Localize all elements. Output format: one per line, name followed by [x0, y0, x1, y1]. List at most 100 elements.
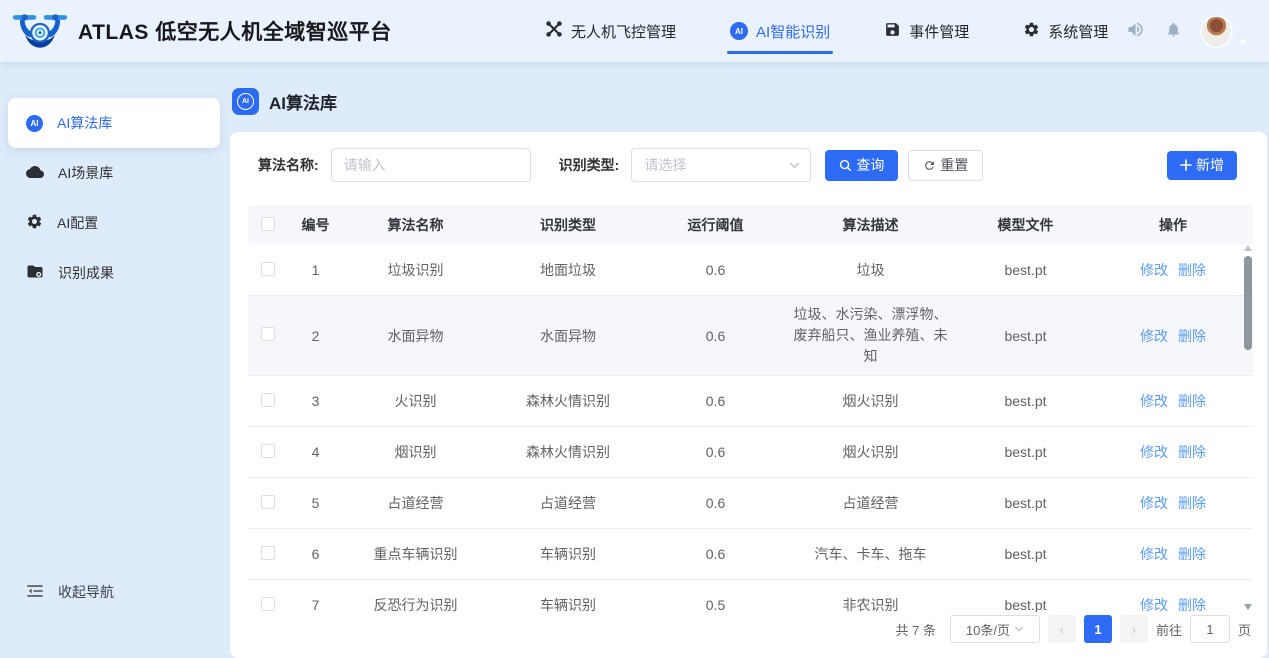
cell-desc: 占道经营	[837, 485, 905, 522]
cell-type: 地面垃圾	[540, 260, 596, 280]
plus-icon	[1180, 159, 1192, 171]
nav-item-flight-control[interactable]: 无人机飞控管理	[545, 0, 676, 62]
cell-id: 3	[312, 393, 320, 409]
row-checkbox[interactable]	[261, 597, 275, 613]
nav-item-events[interactable]: 事件管理	[884, 0, 969, 62]
edit-link[interactable]: 修改	[1140, 444, 1168, 460]
table-row: 4烟识别森林火情识别0.6烟火识别best.pt修改删除	[248, 427, 1253, 478]
cell-name: 火识别	[395, 391, 437, 411]
delete-link[interactable]: 删除	[1178, 328, 1206, 344]
row-checkbox[interactable]	[261, 393, 275, 410]
content-card: 算法名称: 识别类型: 请选择 查询 重置 新增 编号 算法名称 识别类型 运行…	[230, 132, 1267, 658]
cell-threshold: 0.6	[706, 495, 725, 511]
cell-model: best.pt	[1004, 393, 1046, 409]
delete-link[interactable]: 删除	[1178, 597, 1206, 612]
top-header: ATLAS 低空无人机全域智巡平台 无人机飞控管理 AI AI智能识别 事件管理	[0, 0, 1269, 62]
sidebar-item-ai-algorithms[interactable]: AI AI算法库	[8, 98, 220, 148]
page-title-ai-icon: AI	[232, 88, 259, 115]
page-suffix: 页	[1238, 620, 1251, 639]
next-page-button[interactable]: ›	[1120, 615, 1148, 643]
ai-badge-icon: AI	[26, 115, 43, 132]
cell-threshold: 0.5	[706, 597, 725, 612]
row-checkbox[interactable]	[261, 262, 275, 279]
avatar-caret-icon	[1239, 40, 1247, 45]
table-row: 7反恐行为识别车辆识别0.5非农识别best.pt修改删除	[248, 580, 1253, 612]
row-checkbox[interactable]	[261, 546, 275, 563]
cell-threshold: 0.6	[706, 262, 725, 278]
nav-item-system[interactable]: 系统管理	[1023, 0, 1108, 62]
algorithm-name-input[interactable]	[331, 148, 531, 182]
edit-link[interactable]: 修改	[1140, 546, 1168, 562]
search-button[interactable]: 查询	[825, 150, 898, 181]
delete-link[interactable]: 删除	[1178, 444, 1206, 460]
delete-link[interactable]: 删除	[1178, 262, 1206, 278]
cell-id: 5	[312, 495, 320, 511]
chevron-down-icon	[1014, 624, 1024, 634]
gear-icon	[26, 213, 43, 233]
edit-link[interactable]: 修改	[1140, 495, 1168, 511]
cell-id: 4	[312, 444, 320, 460]
cell-id: 6	[312, 546, 320, 562]
sidebar: AI AI算法库 AI场景库 AI配置 识别成果 收起导航	[0, 62, 228, 658]
scroll-up-arrow[interactable]	[1244, 245, 1252, 251]
current-page-button[interactable]: 1	[1084, 615, 1112, 643]
cell-type: 车辆识别	[540, 544, 596, 564]
row-checkbox[interactable]	[261, 327, 275, 344]
cell-name: 烟识别	[395, 442, 437, 462]
table-row: 1垃圾识别地面垃圾0.6垃圾best.pt修改删除	[248, 245, 1253, 296]
ai-badge-icon: AI	[730, 22, 748, 40]
scroll-down-arrow[interactable]	[1244, 604, 1252, 610]
name-filter-label: 算法名称:	[258, 155, 319, 175]
nav-item-ai-recognition[interactable]: AI AI智能识别	[730, 0, 830, 62]
cell-type: 车辆识别	[540, 595, 596, 612]
speaker-icon[interactable]	[1126, 20, 1145, 42]
cell-actions: 修改删除	[1135, 442, 1211, 462]
row-checkbox[interactable]	[261, 444, 275, 461]
cell-model: best.pt	[1004, 546, 1046, 562]
col-type: 识别类型	[540, 215, 596, 235]
chevron-down-icon	[789, 160, 800, 171]
delete-link[interactable]: 删除	[1178, 393, 1206, 409]
save-icon	[884, 21, 901, 42]
edit-link[interactable]: 修改	[1140, 328, 1168, 344]
add-button[interactable]: 新增	[1167, 151, 1237, 180]
bell-icon[interactable]	[1165, 20, 1182, 42]
cell-actions: 修改删除	[1135, 493, 1211, 513]
table-row: 2水面异物水面异物0.6垃圾、水污染、漂浮物、废弃船只、渔业养殖、未知best.…	[248, 296, 1253, 376]
brand-logo[interactable]: ATLAS 低空无人机全域智巡平台	[0, 8, 545, 55]
cell-actions: 修改删除	[1135, 595, 1211, 612]
sidebar-item-label: AI配置	[57, 213, 98, 233]
user-avatar[interactable]	[1202, 17, 1231, 46]
goto-page-input[interactable]	[1190, 615, 1230, 643]
scrollbar-thumb[interactable]	[1244, 256, 1252, 350]
sidebar-item-label: AI场景库	[58, 163, 113, 183]
reset-button[interactable]: 重置	[908, 150, 983, 181]
sidebar-item-ai-scenes[interactable]: AI场景库	[8, 148, 220, 198]
edit-link[interactable]: 修改	[1140, 262, 1168, 278]
type-filter-label: 识别类型:	[559, 155, 620, 175]
recognition-type-select[interactable]: 请选择	[631, 148, 811, 182]
cell-actions: 修改删除	[1135, 260, 1211, 280]
col-name: 算法名称	[388, 215, 444, 235]
cell-desc: 非农识别	[837, 587, 905, 613]
select-all-checkbox[interactable]	[261, 217, 275, 234]
collapse-nav-button[interactable]: 收起导航	[8, 576, 208, 608]
sidebar-item-ai-config[interactable]: AI配置	[8, 198, 220, 248]
table-row: 3火识别森林火情识别0.6烟火识别best.pt修改删除	[248, 376, 1253, 427]
edit-link[interactable]: 修改	[1140, 597, 1168, 612]
delete-link[interactable]: 删除	[1178, 495, 1206, 511]
delete-link[interactable]: 删除	[1178, 546, 1206, 562]
pagination-total: 共 7 条	[896, 620, 936, 639]
cell-desc: 垃圾	[851, 252, 891, 289]
col-actions: 操作	[1159, 215, 1187, 235]
sidebar-item-results[interactable]: 识别成果	[8, 248, 220, 298]
cell-name: 重点车辆识别	[374, 544, 458, 564]
sidebar-item-label: AI算法库	[57, 113, 112, 133]
drone-logo-icon	[12, 8, 68, 55]
col-threshold: 运行阈值	[688, 215, 744, 235]
prev-page-button[interactable]: ‹	[1048, 615, 1076, 643]
edit-link[interactable]: 修改	[1140, 393, 1168, 409]
page-size-select[interactable]: 10条/页	[950, 615, 1040, 643]
row-checkbox[interactable]	[261, 495, 275, 512]
refresh-icon	[923, 159, 936, 172]
